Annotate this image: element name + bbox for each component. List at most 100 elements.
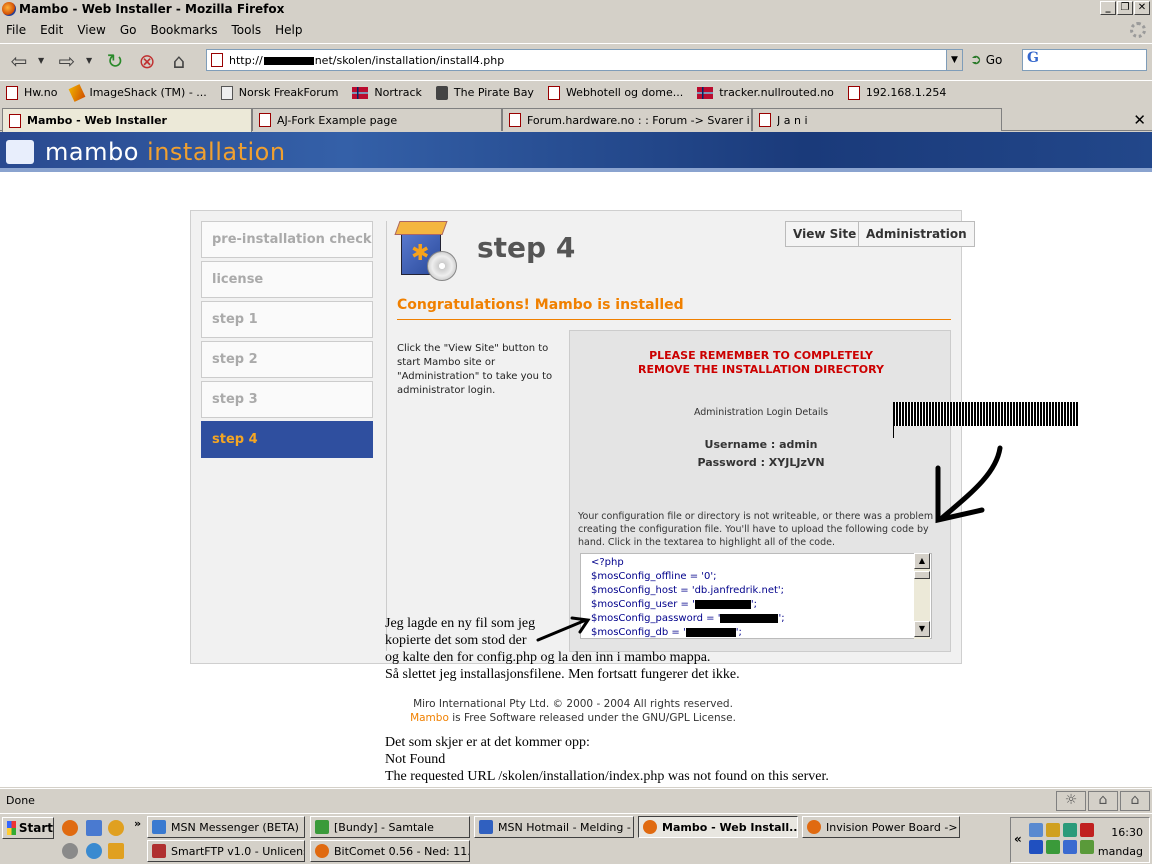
menu-help[interactable]: Help: [275, 23, 302, 37]
norway-flag-icon: [352, 86, 369, 99]
ati-icon[interactable]: [1080, 823, 1094, 837]
window-title: Mambo - Web Installer - Mozilla Firefox: [19, 2, 285, 16]
taskbar-item-invision[interactable]: Invision Power Board -> ...: [802, 816, 960, 838]
tab-bar: Mambo - Web Installer AJ-Fork Example pa…: [0, 107, 1152, 132]
menu-bar: File Edit View Go Bookmarks Tools Help: [0, 19, 1152, 41]
bookmark-item[interactable]: 192.168.1.254: [847, 85, 946, 100]
bookmark-item[interactable]: The Pirate Bay: [435, 85, 534, 100]
page-icon: [259, 113, 271, 127]
back-button[interactable]: ⇦: [6, 48, 32, 74]
textarea-scrollbar[interactable]: ▲ ▼: [914, 553, 930, 639]
administration-button[interactable]: Administration: [858, 221, 975, 247]
weather-icon[interactable]: ☼: [1056, 791, 1086, 811]
minimize-button[interactable]: _: [1100, 1, 1116, 15]
menu-go[interactable]: Go: [120, 23, 137, 37]
divider: [397, 319, 951, 320]
tray-app-icon[interactable]: [1046, 823, 1060, 837]
page-title: step 4: [477, 231, 576, 264]
reload-button[interactable]: ↻: [102, 48, 128, 74]
firefox-icon: [807, 820, 821, 834]
stop-button[interactable]: ⊗: [134, 48, 160, 74]
close-button[interactable]: ✕: [1134, 1, 1150, 15]
home-button[interactable]: ⌂: [166, 48, 192, 74]
menu-view[interactable]: View: [77, 23, 105, 37]
menu-edit[interactable]: Edit: [40, 23, 63, 37]
step-2: step 2: [201, 341, 373, 378]
bookmark-item[interactable]: Norsk FreakForum: [220, 85, 338, 100]
extension-icon[interactable]: ⌂: [1088, 791, 1118, 811]
bookmark-item[interactable]: Nortrack: [352, 86, 422, 99]
bookmark-item[interactable]: Webhotell og dome...: [547, 85, 683, 100]
bluetooth-icon[interactable]: [1029, 840, 1043, 854]
tab-ajfork[interactable]: AJ-Fork Example page: [252, 108, 502, 131]
taskbar: Start » MSN Messenger (BETA) [Bundy] - S…: [0, 813, 1152, 864]
taskbar-item-bitcomet[interactable]: BitComet 0.56 - Ned: 11...: [310, 840, 470, 862]
taskbar-item-samtale[interactable]: [Bundy] - Samtale: [310, 816, 470, 838]
address-dropdown-icon[interactable]: ▼: [946, 50, 962, 70]
forward-button[interactable]: ⇨: [54, 48, 80, 74]
forward-dropdown-icon[interactable]: ▼: [86, 56, 96, 65]
hand-drawn-arrow-icon: [935, 445, 1003, 524]
taskbar-item-mambo[interactable]: Mambo - Web Install...: [638, 816, 798, 838]
navigation-toolbar: ⇦ ▼ ⇨ ▼ ↻ ⊗ ⌂ http://net/skolen/installa…: [0, 43, 1152, 77]
tray-app-icon[interactable]: [1063, 840, 1077, 854]
bookmarks-toolbar: Hw.no ImageShack (TM) - ... Norsk FreakF…: [0, 80, 1152, 104]
mambo-link[interactable]: Mambo: [410, 712, 449, 724]
menu-file[interactable]: File: [6, 23, 26, 37]
tray-app-icon[interactable]: [1046, 840, 1060, 854]
msn-icon: [152, 820, 166, 834]
go-button[interactable]: ➲ Go: [970, 52, 1002, 68]
msn-icon[interactable]: [1080, 840, 1094, 854]
taskbar-item-smartftp[interactable]: SmartFTP v1.0 - Unlicens...: [147, 840, 305, 862]
tab-mambo-installer[interactable]: Mambo - Web Installer: [2, 108, 252, 132]
firefox-quicklaunch-icon[interactable]: [62, 820, 78, 836]
search-input[interactable]: G: [1022, 49, 1147, 71]
scroll-thumb[interactable]: [914, 571, 930, 579]
tray-expand-icon[interactable]: «: [1014, 832, 1022, 846]
app-quicklaunch-icon[interactable]: [108, 843, 124, 859]
menu-bookmarks[interactable]: Bookmarks: [150, 23, 217, 37]
close-tab-icon[interactable]: ✕: [1133, 111, 1146, 129]
bookmark-item[interactable]: tracker.nullrouted.no: [697, 86, 834, 99]
step-pre-installation-check: pre-installation check: [201, 221, 373, 258]
imageshack-icon: [69, 83, 86, 102]
installer-panel: pre-installation check license step 1 st…: [190, 210, 975, 664]
scribble-redaction: [893, 402, 1079, 426]
info-box: PLEASE REMEMBER TO COMPLETELY REMOVE THE …: [569, 330, 951, 652]
google-icon: G: [1027, 50, 1039, 66]
scroll-down-icon[interactable]: ▼: [914, 621, 930, 637]
start-button[interactable]: Start: [2, 817, 54, 839]
scroll-up-icon[interactable]: ▲: [914, 553, 930, 569]
divider: [386, 221, 387, 651]
user-note: Det som skjer er at det kommer opp: Not …: [385, 735, 829, 784]
config-note: Your configuration file or directory is …: [578, 511, 934, 548]
tab-jani[interactable]: J a n i: [752, 108, 1002, 131]
network-icon[interactable]: [1029, 823, 1043, 837]
password-text: Password : XYJLJzVN: [697, 456, 825, 469]
throbber-icon: [1130, 22, 1146, 38]
bookmark-item[interactable]: Hw.no: [6, 85, 57, 100]
url-text: http://net/skolen/installation/install4.…: [229, 53, 505, 67]
restore-button[interactable]: ❐: [1117, 1, 1133, 15]
tab-forum-hardware[interactable]: Forum.hardware.no : : Forum -> Svarer i …: [502, 108, 752, 131]
taskbar-item-msn-messenger[interactable]: MSN Messenger (BETA): [147, 816, 305, 838]
ship-icon: [435, 85, 448, 100]
back-dropdown-icon[interactable]: ▼: [38, 56, 48, 65]
menu-tools[interactable]: Tools: [232, 23, 262, 37]
window-titlebar: Mambo - Web Installer - Mozilla Firefox …: [0, 0, 1152, 18]
address-bar[interactable]: http://net/skolen/installation/install4.…: [206, 49, 963, 71]
app-quicklaunch-icon[interactable]: [108, 820, 124, 836]
extension-icon[interactable]: ⌂: [1120, 791, 1150, 811]
step-1: step 1: [201, 301, 373, 338]
mambo-logo-icon: [6, 140, 34, 164]
chat-icon: [315, 820, 329, 834]
ie-quicklaunch-icon[interactable]: [86, 843, 102, 859]
tray-app-icon[interactable]: [1063, 823, 1077, 837]
quicklaunch-expand-icon[interactable]: »: [134, 817, 141, 830]
desktop-quicklaunch-icon[interactable]: [86, 820, 102, 836]
taskbar-item-hotmail[interactable]: MSN Hotmail - Melding - ...: [474, 816, 634, 838]
view-site-button[interactable]: View Site: [785, 221, 865, 247]
redaction-mark: [263, 56, 314, 65]
bookmark-item[interactable]: ImageShack (TM) - ...: [69, 83, 207, 102]
app-quicklaunch-icon[interactable]: [62, 843, 78, 859]
